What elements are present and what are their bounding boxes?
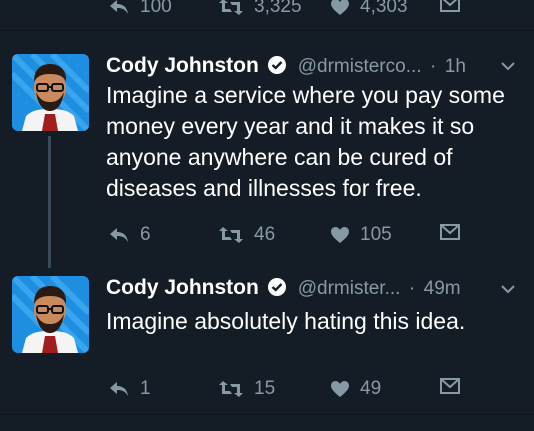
timestamp[interactable]: 1h [445,56,466,77]
like-icon [331,227,349,243]
separator: · [408,278,416,299]
separator: · [430,56,437,77]
handle[interactable]: @drmister... [298,278,401,299]
like-icon [331,381,349,397]
retweet-button[interactable]: 46 [218,224,275,246]
retweet-icon [219,227,243,243]
like-icon [331,0,349,15]
dm-button[interactable] [440,378,460,394]
dm-icon [440,378,460,394]
reply-button[interactable]: 1 [108,378,151,400]
reply-count: 1 [140,378,151,399]
retweet-icon [219,0,243,15]
reply-count: 6 [140,224,151,245]
retweet-icon [219,381,243,397]
avatar-illustration-icon [12,54,89,131]
reply-icon [110,382,128,396]
previous-tweet-actions: 100 3,325 4,303 [0,0,534,24]
like-button[interactable]: 105 [330,224,392,246]
tweet-header: Cody Johnston @drmisterco... · 1h [106,54,466,80]
chevron-down-icon[interactable] [500,281,516,299]
retweet-count: 46 [254,224,276,245]
display-name[interactable]: Cody Johnston [106,276,259,299]
tweet[interactable]: Cody Johnston @drmisterco... · 1h Imagin… [0,44,534,268]
avatar-illustration-icon [12,276,89,353]
like-button[interactable]: 4,303 [330,0,408,18]
dm-button[interactable] [440,0,460,12]
verified-icon [267,277,287,302]
tweet-actions: 1 15 49 [106,378,466,402]
retweet-button[interactable]: 3,325 [218,0,302,18]
tweet-text: Imagine absolutely hating this idea. [106,308,466,334]
timestamp[interactable]: 49m [424,278,461,299]
reply-button[interactable]: 100 [108,0,172,18]
tweet[interactable]: Cody Johnston @drmister... · 49m Imagine… [0,264,534,414]
reply-icon [110,0,128,14]
avatar[interactable] [12,54,89,131]
tweet-text: Imagine a service where you pay some mon… [106,82,505,201]
chevron-down-icon[interactable] [500,58,516,76]
retweet-count: 15 [254,378,276,399]
reply-count: 100 [140,0,172,17]
like-button[interactable]: 49 [330,378,381,400]
like-count: 4,303 [360,0,408,17]
like-count: 49 [360,378,382,399]
handle[interactable]: @drmisterco... [298,56,422,77]
dm-icon [440,224,460,240]
reply-button[interactable]: 6 [108,224,151,246]
tweet-actions: 6 46 105 [106,224,466,248]
like-count: 105 [360,224,392,245]
thread-line [48,136,51,268]
divider [0,30,534,31]
tweet-header: Cody Johnston @drmister... · 49m [106,276,461,302]
dm-button[interactable] [440,224,460,240]
avatar[interactable] [12,276,89,353]
retweet-button[interactable]: 15 [218,378,275,400]
display-name[interactable]: Cody Johnston [106,54,259,77]
retweet-count: 3,325 [254,0,302,17]
reply-icon [110,228,128,242]
dm-icon [440,0,460,12]
divider [0,414,534,415]
verified-icon [267,55,287,80]
